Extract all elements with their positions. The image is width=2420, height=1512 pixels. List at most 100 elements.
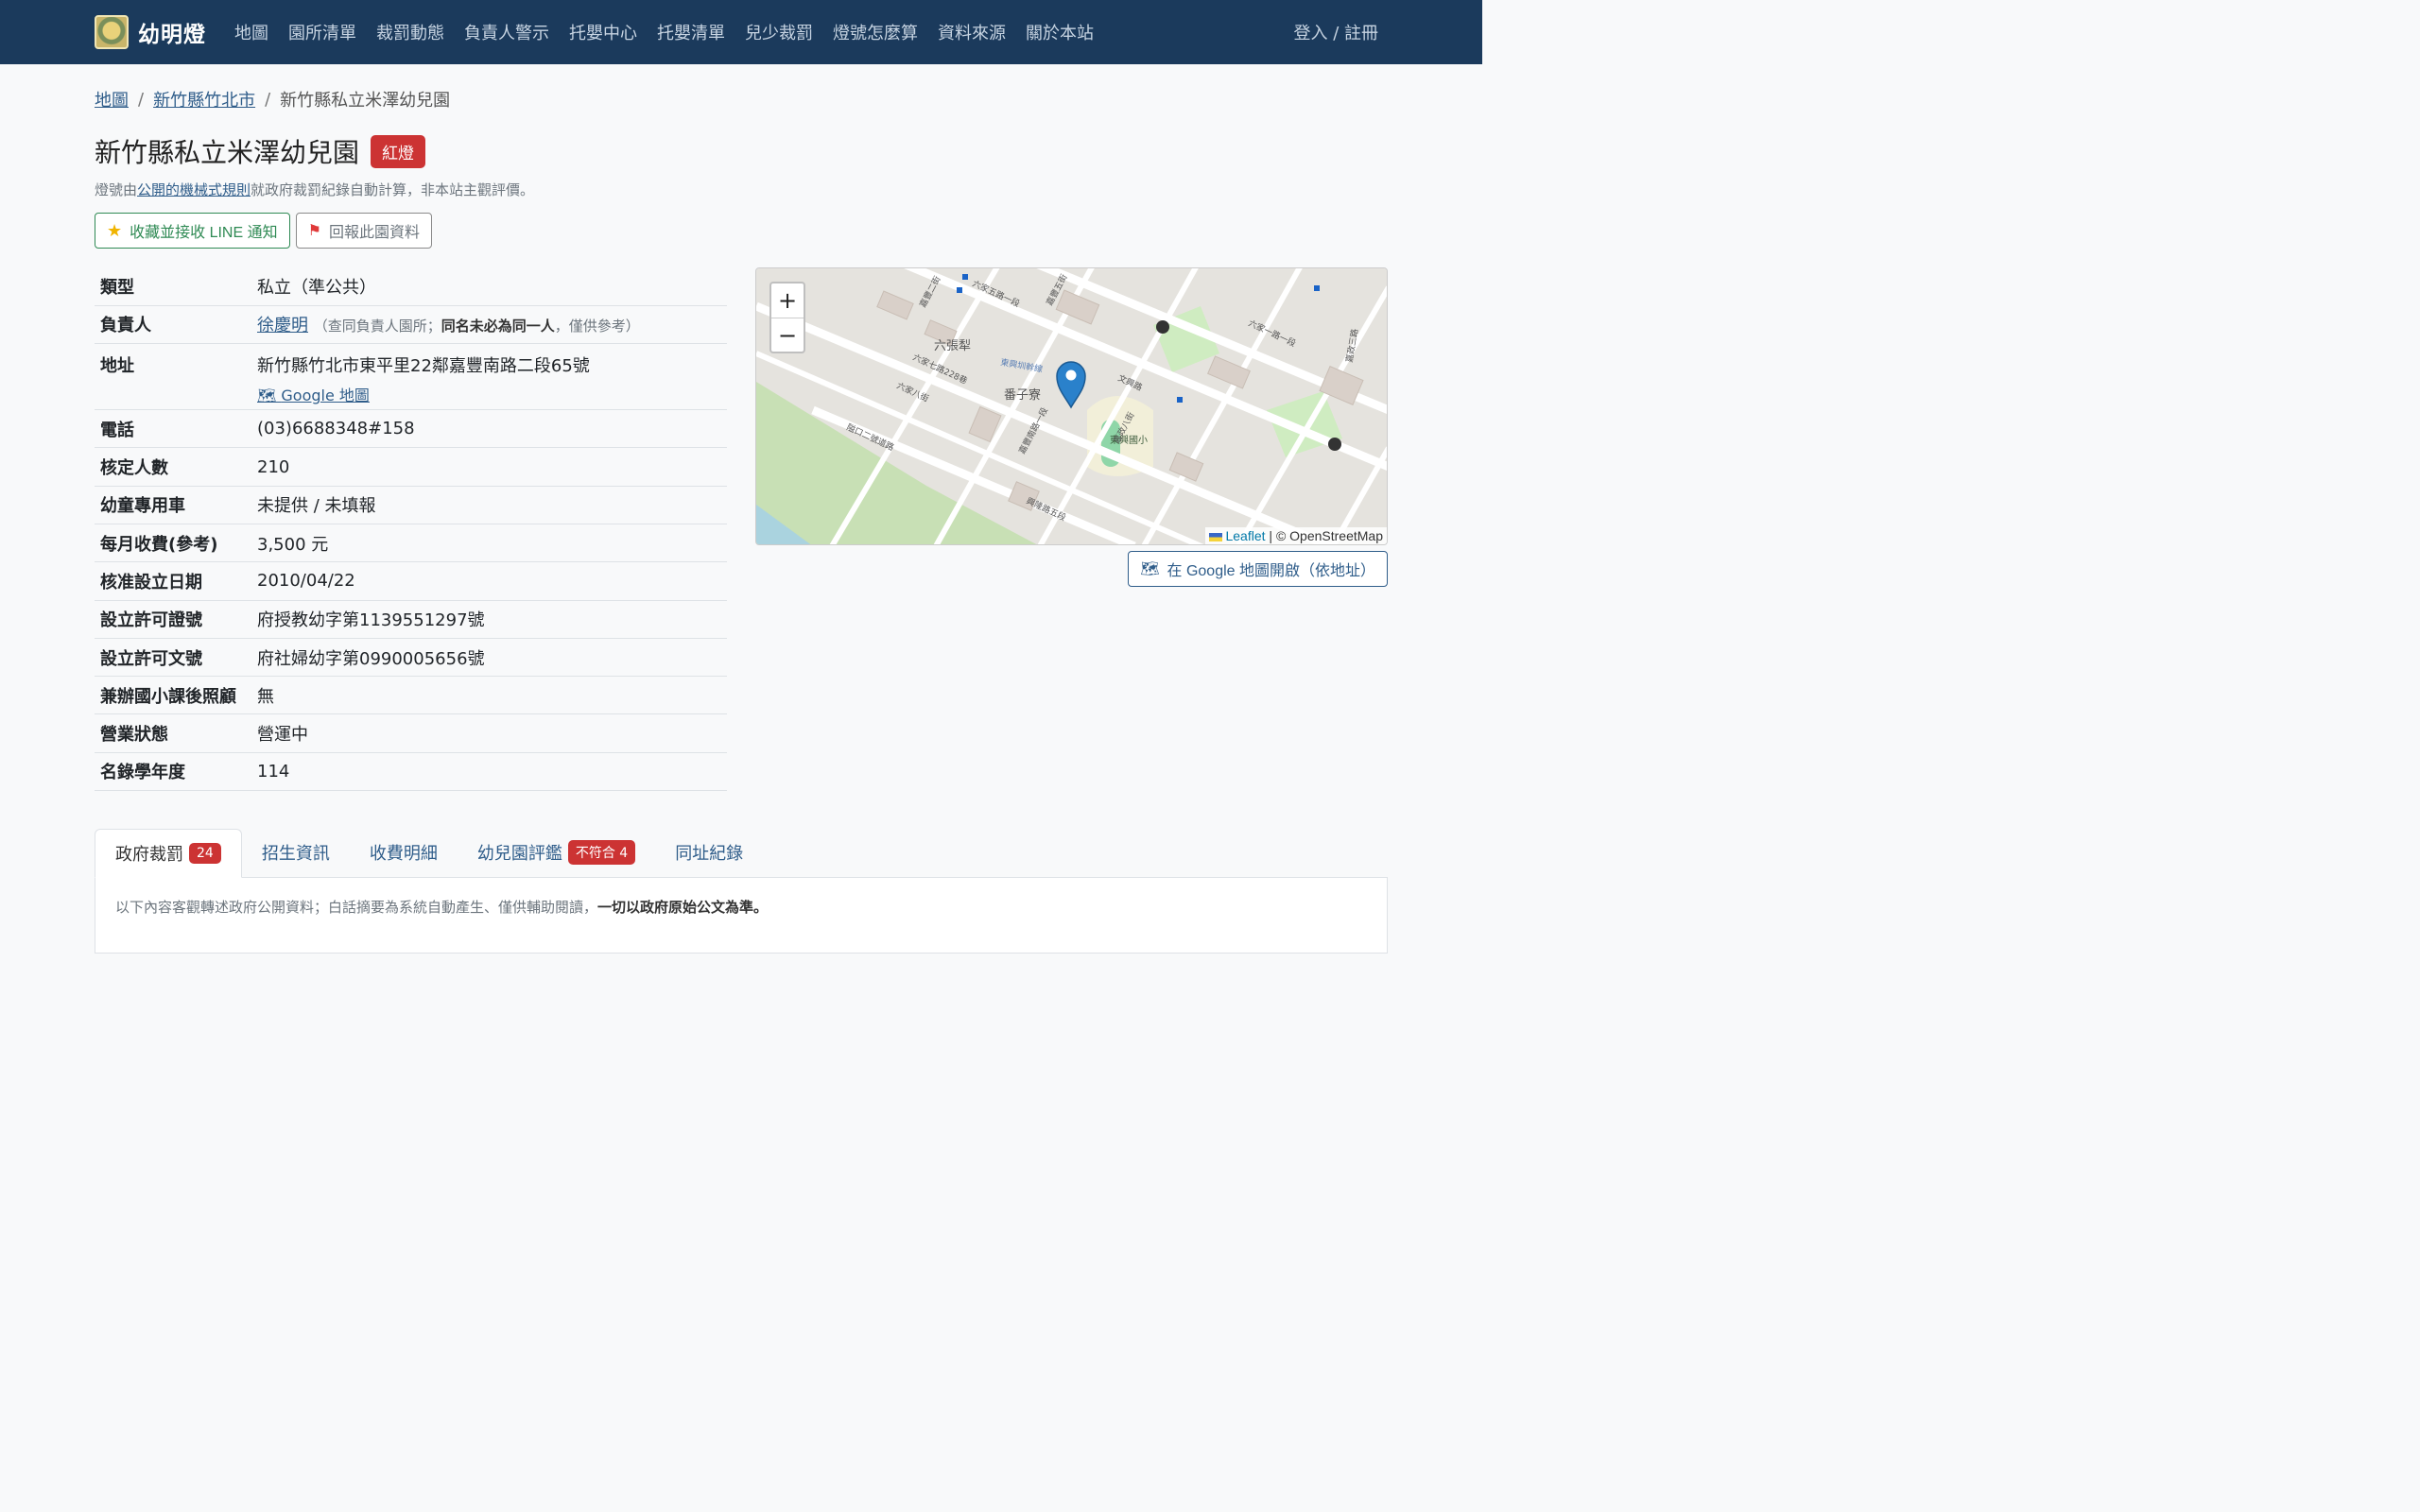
panel-disclaimer-bold: 一切以政府原始公文為準。 <box>597 899 769 917</box>
nav-link-child-penalties[interactable]: 兒少裁罰 <box>745 20 813 44</box>
owner-note: （查同負責人園所；同名未必為同一人，僅供參考） <box>314 318 640 335</box>
tab-same-address[interactable]: 同址紀錄 <box>655 828 763 877</box>
field-value: 3,500 元 <box>251 524 727 563</box>
zoom-control: + − <box>769 282 805 353</box>
nav-link-infant-list[interactable]: 托嬰清單 <box>657 20 725 44</box>
details-row: 類型 私立（準公共） 負責人 徐慶明 （查同負責人園所；同名未必為同一人，僅供參考）… <box>95 267 1388 792</box>
breadcrumb-home[interactable]: 地圖 <box>95 87 129 112</box>
brand-name: 幼明燈 <box>138 23 206 47</box>
table-row: 營業狀態 營運中 <box>95 713 727 753</box>
map-tiles[interactable]: 六張犁 番子寮 東興國小 東興圳幹線 六家七路228巷 六家八街 六家五路一段 … <box>756 268 1388 545</box>
field-value: 無 <box>251 676 727 715</box>
breadcrumb: 地圖 / 新竹縣竹北市 / 新竹縣私立米澤幼兒園 <box>95 87 1388 112</box>
map-widget[interactable]: 六張犁 番子寮 東興國小 東興圳幹線 六家七路228巷 六家八街 六家五路一段 … <box>755 267 1388 545</box>
map-icon: 🗺 <box>1140 561 1160 577</box>
breadcrumb-separator: / <box>138 89 145 110</box>
field-label: 名錄學年度 <box>95 752 251 792</box>
rule-note-prefix: 燈號由 <box>95 181 138 198</box>
nav-link-light-rules[interactable]: 燈號怎麼算 <box>833 20 918 44</box>
address-cell: 新竹縣竹北市東平里22鄰嘉豐南路二段65號 🗺 Google 地圖 <box>251 343 727 411</box>
field-label: 設立許可證號 <box>95 600 251 639</box>
leaflet-link[interactable]: Leaflet <box>1225 528 1265 543</box>
tab-panel: 以下內容客觀轉述政府公開資料；白話摘要為系統自動產生、僅供輔助閱讀，一切以政府原… <box>95 878 1388 954</box>
tab-label: 政府裁罰 <box>115 845 183 866</box>
zoom-out-button[interactable]: − <box>771 318 804 352</box>
table-row: 設立許可證號 府授教幼字第1139551297號 <box>95 600 727 639</box>
nav-link-infant-centers[interactable]: 托嬰中心 <box>569 20 637 44</box>
zoom-in-button[interactable]: + <box>771 284 804 318</box>
tab-label: 收費明細 <box>369 844 438 865</box>
rules-link[interactable]: 公開的機械式規則 <box>137 181 251 198</box>
owner-note-c: ，僅供參考） <box>554 318 640 335</box>
tab-label: 招生資訊 <box>261 844 330 865</box>
field-value: (03)6688348#158 <box>251 409 727 449</box>
nav-link-kindergarten-list[interactable]: 園所清單 <box>288 20 356 44</box>
field-label: 兼辦國小課後照顧 <box>95 676 251 715</box>
osm-credit: | © OpenStreetMap <box>1269 528 1383 543</box>
table-row: 核准設立日期 2010/04/22 <box>95 561 727 601</box>
tab-evaluation[interactable]: 幼兒園評鑑 不符合 4 <box>458 828 655 877</box>
title-row: 新竹縣私立米澤幼兒園 紅燈 <box>95 132 1388 170</box>
status-badge: 紅燈 <box>371 134 426 168</box>
rule-note-suffix: 就政府裁罰紀錄自動計算，非本站主觀評價。 <box>251 181 535 198</box>
favorite-label: 收藏並接收 LINE 通知 <box>130 225 278 241</box>
open-google-maps-label: 在 Google 地圖開啟（依地址） <box>1167 563 1376 579</box>
breadcrumb-current: 新竹縣私立米澤幼兒園 <box>280 91 451 111</box>
brand[interactable]: 幼明燈 <box>95 15 206 49</box>
field-value: 114 <box>251 752 727 792</box>
table-row: 負責人 徐慶明 （查同負責人園所；同名未必為同一人，僅供參考） <box>95 305 727 345</box>
tab-enrollment[interactable]: 招生資訊 <box>242 828 350 877</box>
owner-note-b: 同名未必為同一人 <box>441 318 555 335</box>
field-value: 府社婦幼字第0990005656號 <box>251 638 727 678</box>
rule-note: 燈號由公開的機械式規則就政府裁罰紀錄自動計算，非本站主觀評價。 <box>95 180 1388 199</box>
field-label: 設立許可文號 <box>95 638 251 678</box>
field-value: 府授教幼字第1139551297號 <box>251 600 727 639</box>
ukraine-flag-icon <box>1209 532 1223 541</box>
owner-cell: 徐慶明 （查同負責人園所；同名未必為同一人，僅供參考） <box>251 305 727 345</box>
field-label: 負責人 <box>95 305 251 345</box>
field-value: 私立（準公共） <box>251 267 727 306</box>
table-row: 電話 (03)6688348#158 <box>95 409 727 449</box>
favorite-line-button[interactable]: ★ 收藏並接收 LINE 通知 <box>95 213 290 249</box>
nav-links: 地圖 園所清單 裁罰動態 負責人警示 托嬰中心 托嬰清單 兒少裁罰 燈號怎麼算 … <box>234 20 1094 44</box>
main-container: 地圖 / 新竹縣竹北市 / 新竹縣私立米澤幼兒園 新竹縣私立米澤幼兒園 紅燈 燈… <box>0 87 1482 954</box>
panel-disclaimer: 以下內容客觀轉述政府公開資料；白話摘要為系統自動產生、僅供輔助閱讀， <box>115 899 598 917</box>
breadcrumb-city[interactable]: 新竹縣竹北市 <box>153 87 255 112</box>
open-google-maps-button[interactable]: 🗺 在 Google 地圖開啟（依地址） <box>1128 551 1388 587</box>
field-label: 核定人數 <box>95 447 251 487</box>
report-label: 回報此園資料 <box>328 225 420 241</box>
logo-icon <box>95 15 129 49</box>
field-label: 幼童專用車 <box>95 486 251 524</box>
field-label: 類型 <box>95 267 251 306</box>
address-value: 新竹縣竹北市東平里22鄰嘉豐南路二段65號 <box>257 356 590 377</box>
table-row: 地址 新竹縣竹北市東平里22鄰嘉豐南路二段65號 🗺 Google 地圖 <box>95 343 727 411</box>
table-row: 幼童專用車 未提供 / 未填報 <box>95 486 727 524</box>
navbar: 幼明燈 地圖 園所清單 裁罰動態 負責人警示 托嬰中心 托嬰清單 兒少裁罰 燈號… <box>0 0 1482 64</box>
nav-link-map[interactable]: 地圖 <box>234 20 268 44</box>
table-row: 名錄學年度 114 <box>95 752 727 792</box>
map-label: 六張犁 <box>934 339 971 353</box>
tab-government-penalties[interactable]: 政府裁罰 24 <box>95 829 242 879</box>
google-map-label: Google 地圖 <box>281 387 370 405</box>
temple-icon <box>1328 438 1341 451</box>
map-column: 六張犁 番子寮 東興國小 東興圳幹線 六家七路228巷 六家八街 六家五路一段 … <box>755 267 1388 791</box>
table-row: 設立許可文號 府社婦幼字第0990005656號 <box>95 638 727 678</box>
tab-bar: 政府裁罰 24 招生資訊 收費明細 幼兒園評鑑 不符合 4 同址紀錄 <box>95 828 1388 879</box>
action-buttons: ★ 收藏並接收 LINE 通知 ⚑ 回報此園資料 <box>95 213 1388 249</box>
login-register-link[interactable]: 登入 / 註冊 <box>1293 20 1378 44</box>
nav-link-data-sources[interactable]: 資料來源 <box>938 20 1006 44</box>
star-icon: ★ <box>107 220 123 240</box>
table-row: 類型 私立（準公共） <box>95 267 727 306</box>
nav-link-owner-alerts[interactable]: 負責人警示 <box>464 20 549 44</box>
nav-link-penalty-news[interactable]: 裁罰動態 <box>376 20 444 44</box>
temple-icon <box>1156 320 1169 334</box>
tab-fees[interactable]: 收費明細 <box>350 828 458 877</box>
breadcrumb-separator: / <box>265 89 271 110</box>
owner-link[interactable]: 徐慶明 <box>257 316 308 335</box>
field-label: 核准設立日期 <box>95 561 251 601</box>
map-attribution: Leaflet | © OpenStreetMap <box>1205 527 1387 544</box>
google-map-link[interactable]: 🗺 Google 地圖 <box>257 383 370 405</box>
report-button[interactable]: ⚑ 回報此園資料 <box>295 213 432 249</box>
owner-note-a: （查同負責人園所； <box>313 318 441 335</box>
nav-link-about[interactable]: 關於本站 <box>1026 20 1094 44</box>
